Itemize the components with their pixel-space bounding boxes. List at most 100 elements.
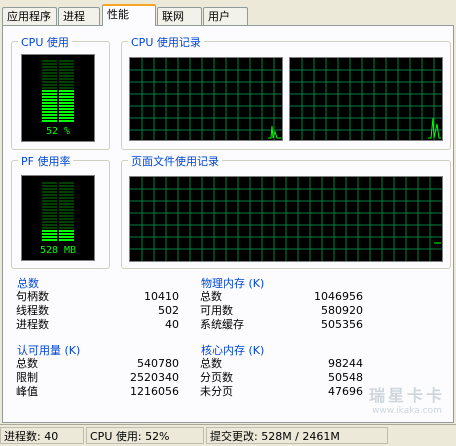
physical-memory-title: 物理内存 (K)	[198, 275, 268, 291]
pf-meter-segment	[42, 191, 57, 193]
kernel-paged-value: 50548	[328, 371, 363, 384]
totals-group: 总数 句柄数 10410 线程数 502 进程数 40	[11, 275, 186, 334]
cpu-meter-segment	[59, 60, 74, 62]
pf-meter-segment	[42, 218, 57, 220]
pf-meter-segment	[59, 224, 74, 226]
pf-meter-segment	[59, 188, 74, 190]
pf-meter-segment	[59, 239, 74, 241]
pf-meter-segment	[59, 212, 74, 214]
pf-meter-segment	[42, 221, 57, 223]
watermark: 瑞星卡卡 www.ikaka.com	[369, 382, 445, 416]
pf-meter-segment	[59, 194, 74, 196]
pf-usage-title: PF 使用率	[18, 153, 74, 169]
cpu-meter-segment	[59, 81, 74, 83]
commit-total-value: 540780	[137, 357, 179, 370]
cpu-meter-segment	[42, 120, 57, 122]
kernel-nonpaged-value: 47696	[328, 385, 363, 398]
tab-applications[interactable]: 应用程序	[2, 7, 57, 25]
cpu-meter-segment	[42, 99, 57, 101]
totals-processes-label: 进程数	[16, 318, 49, 331]
cpu-usage-meter: 52 %	[21, 54, 95, 142]
pf-meter-segment	[42, 215, 57, 217]
pf-meter-segment	[42, 239, 57, 241]
cpu-meter-segment	[59, 90, 74, 92]
commit-total-label: 总数	[16, 357, 38, 370]
pf-history-chart	[130, 177, 442, 261]
pf-meter-segment	[42, 197, 57, 199]
cpu-meter-segment	[42, 63, 57, 65]
cpu-meter-segment	[42, 90, 57, 92]
kernel-total-label: 总数	[200, 357, 222, 370]
cpu-meter-segment	[42, 96, 57, 98]
pf-meter-segment	[42, 188, 57, 190]
pf-meter-segment	[42, 182, 57, 184]
pf-meter-segment	[59, 218, 74, 220]
pf-meter-segment	[59, 221, 74, 223]
cpu-meter-segment	[59, 66, 74, 68]
physical-memory-group: 物理内存 (K) 总数 1046956 可用数 580920 系统缓存 5053…	[195, 275, 370, 334]
cpu-meter-segment	[42, 60, 57, 62]
pf-meter-segment	[42, 224, 57, 226]
commit-limit-value: 2520340	[130, 371, 179, 384]
cpu-meter-segment	[42, 102, 57, 104]
cpu-history-chart-2	[290, 58, 442, 140]
cpu-meter-segment	[42, 111, 57, 113]
cpu-meter-segment	[59, 111, 74, 113]
commit-charge-title: 认可用量 (K)	[14, 342, 84, 358]
tab-processes[interactable]: 进程	[58, 7, 100, 25]
pf-meter-segment	[42, 206, 57, 208]
cpu-meter-segment	[42, 69, 57, 71]
status-bar: 进程数: 40 CPU 使用: 52% 提交更改: 528M / 2461M	[0, 424, 456, 446]
pf-meter-bars	[42, 182, 74, 241]
pf-meter-segment	[42, 185, 57, 187]
cpu-meter-segment	[59, 78, 74, 80]
status-commit: 提交更改: 528M / 2461M	[206, 427, 388, 444]
cpu-usage-value: 52 %	[45, 126, 71, 137]
tab-strip: 应用程序 进程 性能 联网 用户	[0, 0, 456, 26]
tab-performance[interactable]: 性能	[102, 4, 156, 26]
pf-meter-segment	[59, 215, 74, 217]
cpu-meter-segment	[42, 72, 57, 74]
cpu-history-graph-2	[289, 57, 443, 141]
pf-meter-segment	[59, 206, 74, 208]
cpu-meter-segment	[59, 75, 74, 77]
cpu-meter-segment	[59, 69, 74, 71]
cpu-meter-segment	[42, 105, 57, 107]
physical-total-value: 1046956	[314, 290, 363, 303]
status-cpu: CPU 使用: 52%	[86, 427, 204, 444]
pf-meter-segment	[59, 203, 74, 205]
pf-meter-segment	[59, 230, 74, 232]
cpu-meter-segment	[59, 108, 74, 110]
cpu-meter-segment	[59, 102, 74, 104]
cpu-meter-segment	[59, 93, 74, 95]
commit-peak-label: 峰值	[16, 385, 38, 398]
cpu-meter-segment	[42, 78, 57, 80]
tab-users[interactable]: 用户	[203, 7, 248, 25]
cpu-meter-segment	[59, 87, 74, 89]
pf-usage-value: 528 MB	[39, 245, 77, 256]
cpu-meter-segment	[42, 84, 57, 86]
kernel-memory-title: 核心内存 (K)	[198, 342, 268, 358]
tab-networking[interactable]: 联网	[157, 7, 202, 25]
cpu-meter-segment	[59, 117, 74, 119]
pf-meter-segment	[42, 230, 57, 232]
cpu-meter-segment	[42, 108, 57, 110]
cpu-meter-segment	[59, 72, 74, 74]
performance-panel: CPU 使用 52 % CPU 使用记录 PF 使用率 528 MB 页面文件使…	[2, 25, 454, 423]
commit-charge-group: 认可用量 (K) 总数 540780 限制 2520340 峰值 1216056	[11, 342, 186, 401]
physical-cache-value: 505356	[321, 318, 363, 331]
totals-title: 总数	[14, 275, 42, 291]
pf-meter-segment	[42, 200, 57, 202]
cpu-meter-segment	[42, 66, 57, 68]
kernel-nonpaged-label: 未分页	[200, 385, 233, 398]
cpu-meter-segment	[42, 117, 57, 119]
pf-meter-segment	[42, 212, 57, 214]
cpu-history-chart-1	[130, 58, 282, 140]
pf-history-group: 页面文件使用记录	[121, 153, 451, 269]
totals-handles-label: 句柄数	[16, 290, 49, 303]
totals-processes-value: 40	[165, 318, 179, 331]
cpu-meter-segment	[42, 81, 57, 83]
cpu-usage-title: CPU 使用	[18, 34, 72, 50]
pf-meter-segment	[59, 191, 74, 193]
watermark-text: 瑞星卡卡	[368, 386, 445, 405]
